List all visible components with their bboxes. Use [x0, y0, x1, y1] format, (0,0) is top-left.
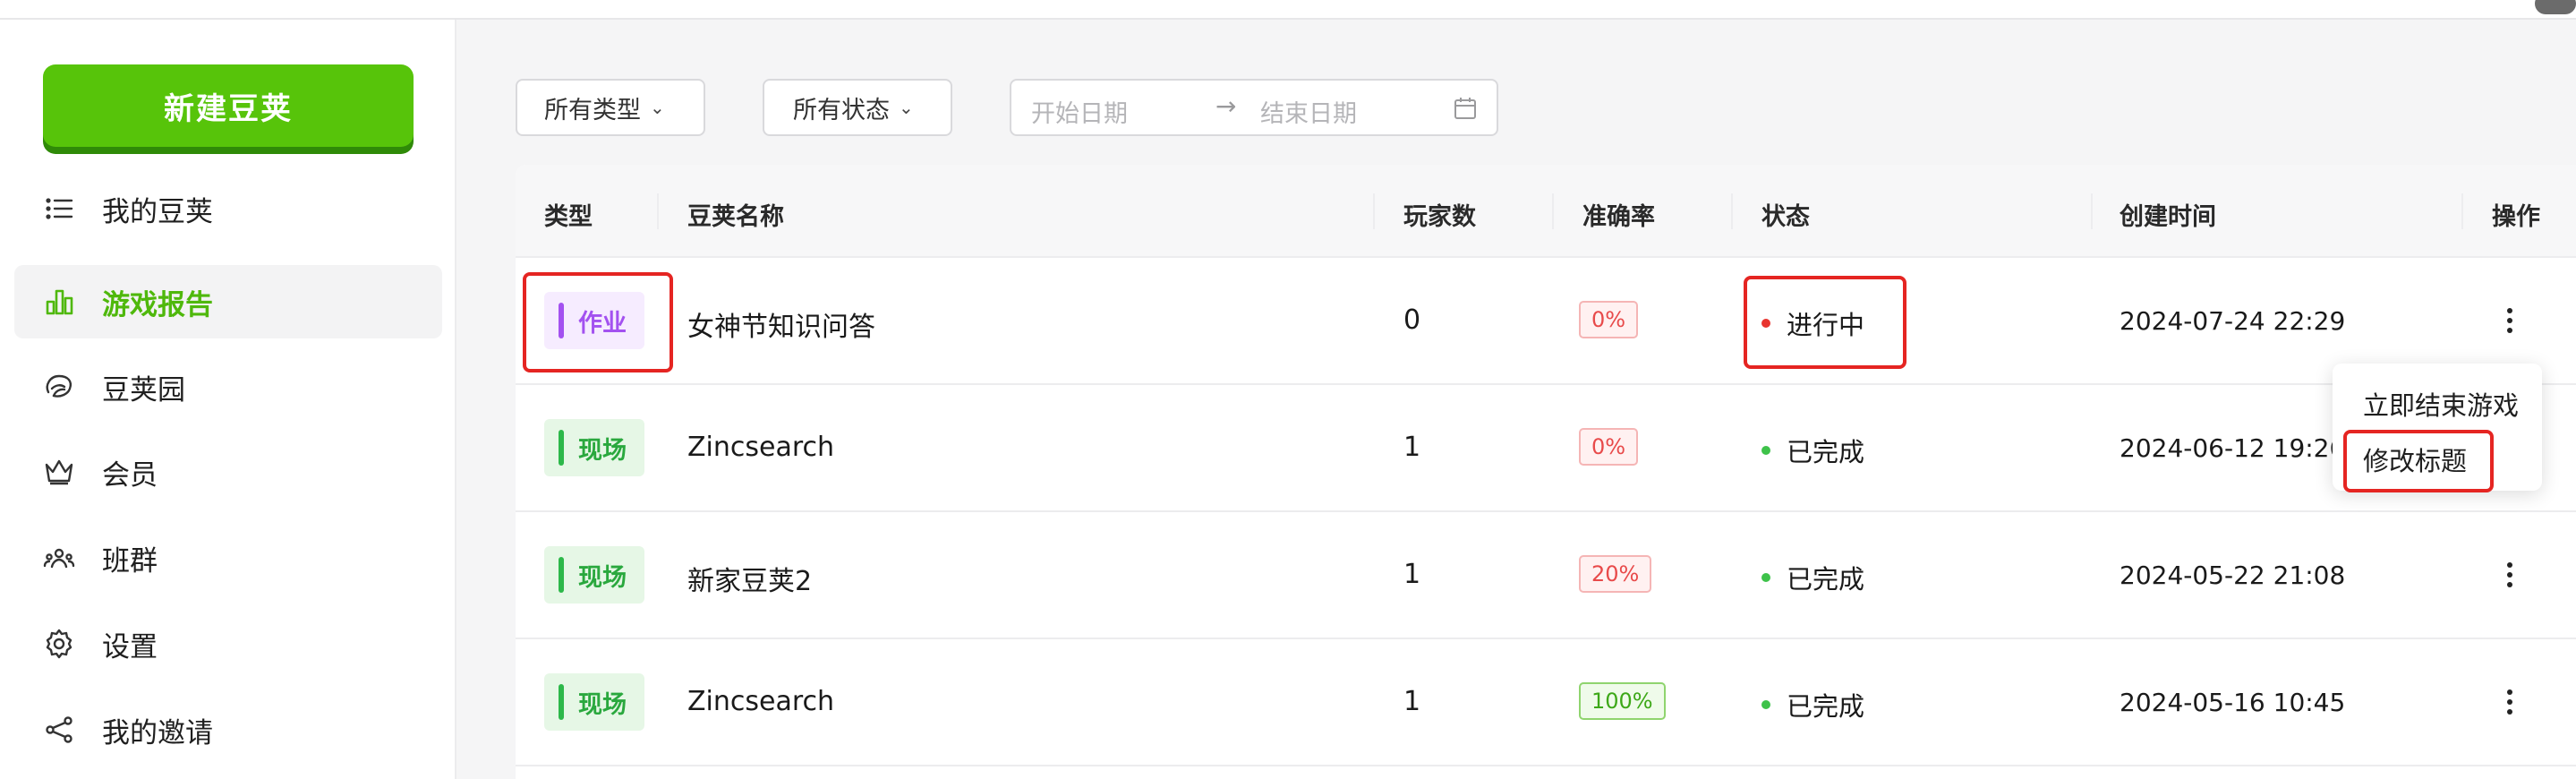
- gear-icon: [41, 626, 77, 662]
- tag-bar: [559, 430, 564, 466]
- highlight-box: [2343, 430, 2494, 492]
- sidebar-item-my-invitations[interactable]: 我的邀请: [14, 693, 442, 766]
- pod-name[interactable]: 女神节知识问答: [687, 304, 875, 344]
- header-type: 类型: [544, 203, 593, 231]
- status-badge: 已完成: [1761, 686, 1864, 723]
- sidebar-item-my-pods[interactable]: 我的豆荚: [14, 172, 442, 245]
- header-accuracy: 准确率: [1582, 203, 1655, 231]
- created-time: 2024-07-24 22:29: [2120, 306, 2346, 336]
- column-divider: [1552, 193, 1554, 229]
- table-row[interactable]: 现场 Zincsearch 1 100% 已完成 2024-05-16 10:4…: [516, 639, 2576, 766]
- header-created: 创建时间: [2120, 203, 2216, 231]
- highlight-box: [523, 272, 673, 372]
- type-filter-value: 所有类型: [544, 96, 641, 124]
- type-tag-live: 现场: [544, 673, 644, 731]
- calendar-icon: [1454, 98, 1476, 119]
- created-time: 2024-05-16 10:45: [2120, 688, 2346, 717]
- status-label: 已完成: [1787, 437, 1865, 467]
- highlight-box: [1744, 276, 1906, 369]
- more-actions-icon[interactable]: [2499, 303, 2521, 338]
- group-icon: [41, 540, 77, 576]
- end-game-menu-item[interactable]: 立即结束游戏: [2363, 385, 2519, 423]
- sidebar-item-settings[interactable]: 设置: [14, 607, 442, 681]
- start-date-input[interactable]: 开始日期: [1031, 94, 1128, 129]
- status-filter-value: 所有状态: [793, 96, 890, 124]
- sidebar-item-label: 游戏报告: [102, 288, 213, 321]
- accuracy-badge: 100%: [1579, 682, 1666, 720]
- column-divider: [2461, 193, 2463, 229]
- more-actions-icon[interactable]: [2499, 557, 2521, 593]
- header-players: 玩家数: [1403, 203, 1476, 231]
- status-label: 已完成: [1787, 564, 1865, 595]
- column-divider: [657, 193, 659, 229]
- status-dot: [1761, 446, 1770, 455]
- status-label: 已完成: [1787, 691, 1865, 722]
- sidebar-item-label: 设置: [102, 630, 158, 663]
- main-content: 所有类型 ⌄ 所有状态 ⌄ 开始日期 → 结束日期 类型 豆荚名称 玩家数 准确…: [458, 20, 2576, 779]
- sidebar-item-membership[interactable]: 会员: [14, 435, 442, 509]
- sidebar-item-garden[interactable]: 豆荚园: [14, 350, 442, 424]
- player-count: 1: [1403, 559, 1421, 590]
- type-tag-live: 现场: [544, 419, 644, 476]
- header-status: 状态: [1761, 203, 1810, 231]
- player-count: 1: [1403, 686, 1421, 717]
- type-tag-live: 现场: [544, 546, 644, 604]
- pod-name[interactable]: 新家豆荚2: [687, 559, 812, 598]
- chevron-down-icon: ⌄: [650, 97, 665, 118]
- reports-table: 类型 豆荚名称 玩家数 准确率 状态 创建时间 操作 作业 女神节知识问答 0 …: [516, 165, 2576, 779]
- column-divider: [2091, 193, 2093, 229]
- sidebar-item-label: 班群: [102, 544, 158, 578]
- status-badge: 已完成: [1761, 559, 1864, 596]
- header-actions: 操作: [2492, 203, 2540, 231]
- created-time: 2024-06-12 19:26: [2120, 433, 2346, 463]
- share-icon: [41, 712, 77, 748]
- tag-bar: [559, 684, 564, 720]
- new-pod-button[interactable]: 新建豆荚: [43, 64, 414, 147]
- type-label: 现场: [578, 563, 627, 592]
- date-range-picker[interactable]: 开始日期 → 结束日期: [1010, 79, 1498, 136]
- header-name: 豆荚名称: [687, 203, 784, 231]
- more-actions-icon[interactable]: [2499, 684, 2521, 720]
- type-label: 现场: [578, 436, 627, 465]
- end-date-input[interactable]: 结束日期: [1260, 94, 1357, 129]
- sidebar-item-game-reports[interactable]: 游戏报告: [14, 265, 442, 338]
- crown-icon: [41, 454, 77, 490]
- player-count: 0: [1403, 304, 1421, 336]
- column-divider: [1731, 193, 1733, 229]
- status-dot: [1761, 573, 1770, 582]
- type-label: 现场: [578, 690, 627, 719]
- pod-name[interactable]: Zincsearch: [687, 686, 834, 717]
- list-icon: [41, 191, 77, 227]
- top-bar: [0, 0, 2576, 20]
- accuracy-badge: 0%: [1579, 428, 1639, 466]
- created-time: 2024-05-22 21:08: [2120, 561, 2346, 590]
- table-row[interactable]: 现场 Zincsearch 1 0% 已完成 2024-06-12 19:26: [516, 385, 2576, 512]
- sidebar-item-class-group[interactable]: 班群: [14, 521, 442, 595]
- tag-bar: [559, 557, 564, 593]
- sidebar-item-label: 豆荚园: [102, 373, 185, 407]
- arrow-right-icon: →: [1215, 91, 1237, 121]
- status-badge: 已完成: [1761, 432, 1864, 469]
- type-filter-select[interactable]: 所有类型 ⌄: [516, 79, 705, 136]
- sidebar-item-label: 会员: [102, 458, 158, 492]
- bar-chart-icon: [41, 284, 77, 320]
- status-filter-select[interactable]: 所有状态 ⌄: [763, 79, 952, 136]
- player-count: 1: [1403, 432, 1421, 463]
- accuracy-badge: 20%: [1579, 555, 1652, 593]
- status-dot: [1761, 700, 1770, 709]
- accuracy-badge: 0%: [1579, 301, 1639, 338]
- sidebar-item-label: 我的邀请: [102, 716, 213, 749]
- column-divider: [1373, 193, 1375, 229]
- table-row[interactable]: 现场 新家豆荚2 1 20% 已完成 2024-05-22 21:08: [516, 512, 2576, 639]
- pod-name[interactable]: Zincsearch: [687, 432, 834, 463]
- sidebar: 新建豆荚 我的豆荚 游戏报告 豆荚园 会员 班群 设置 我的邀请: [0, 20, 456, 779]
- garden-icon: [41, 369, 77, 405]
- avatar[interactable]: [2535, 0, 2576, 14]
- table-header: 类型 豆荚名称 玩家数 准确率 状态 创建时间 操作: [516, 165, 2576, 258]
- sidebar-item-label: 我的豆荚: [102, 195, 213, 228]
- table-row[interactable]: 作业 女神节知识问答 0 0% 进行中 2024-07-24 22:29: [516, 258, 2576, 385]
- chevron-down-icon: ⌄: [899, 97, 914, 118]
